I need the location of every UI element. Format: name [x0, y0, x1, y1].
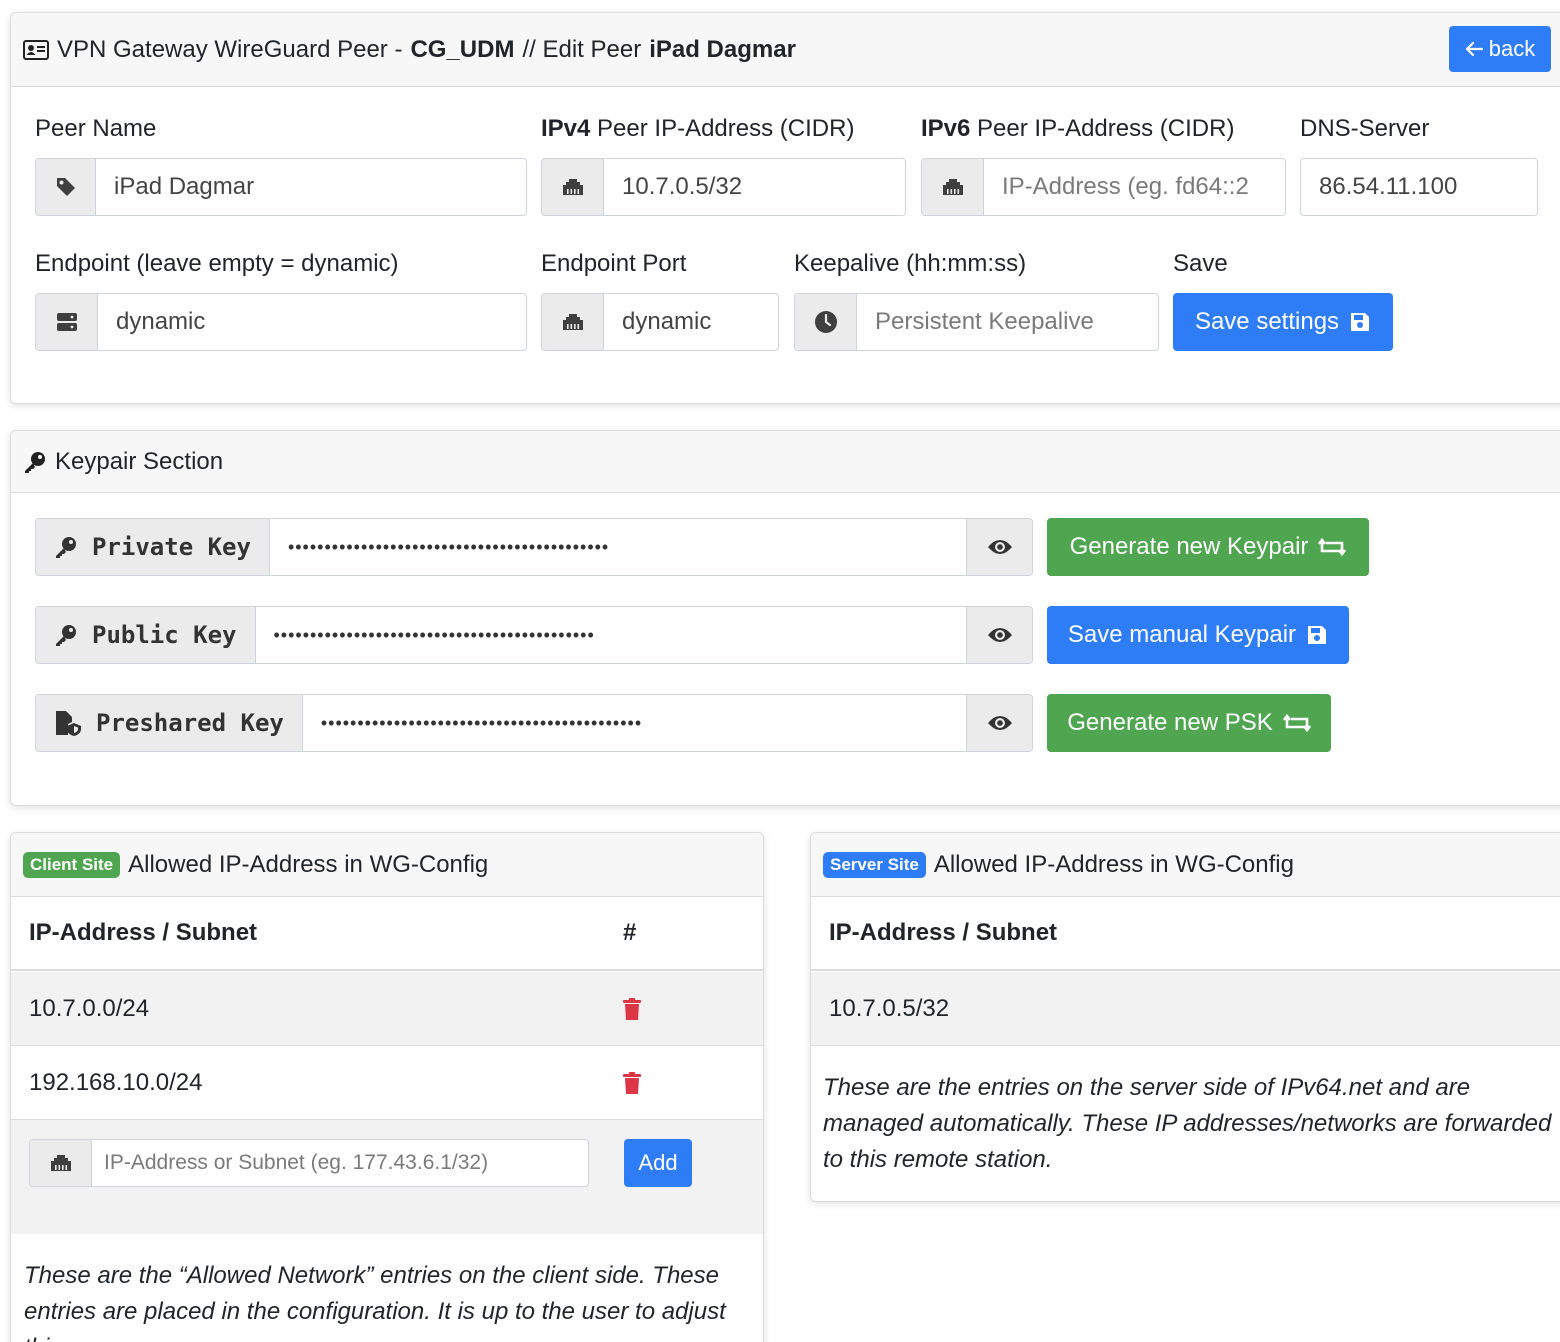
public-key-input[interactable]: ••••••••••••••••••••••••••••••••••••••••…	[256, 607, 967, 663]
save-settings-label: Save settings	[1194, 308, 1340, 335]
public-key-input-group: Public Key •••••••••••••••••••••••••••••…	[35, 606, 1033, 664]
ipv4-label: IPv4 Peer IP-Address (CIDR)	[541, 115, 855, 142]
table-row: 192.168.10.0/24	[11, 1046, 763, 1120]
peer-name-input-group: iPad Dagmar	[35, 158, 527, 216]
title-middle: // Edit Peer	[522, 35, 642, 63]
private-key-input[interactable]: ••••••••••••••••••••••••••••••••••••••••…	[270, 519, 966, 575]
gateway-name: CG_UDM	[410, 35, 515, 63]
trash-icon[interactable]	[623, 997, 641, 1020]
ipv4-input-group: 10.7.0.5/32	[541, 158, 906, 216]
add-ip-row: IP-Address or Subnet (eg. 177.43.6.1/32)…	[11, 1120, 763, 1234]
server-table-header: IP-Address / Subnet	[811, 897, 1560, 971]
save-manual-keypair-button[interactable]: Save manual Keypair	[1047, 606, 1349, 664]
eye-icon	[987, 714, 1013, 732]
key-icon	[54, 623, 78, 647]
toggle-public-key-visibility[interactable]	[966, 607, 1032, 663]
endpoint-port-label: Endpoint Port	[541, 250, 687, 277]
endpoint-port-input[interactable]: dynamic	[604, 294, 778, 350]
clock-icon	[795, 294, 857, 350]
tag-icon	[36, 159, 96, 215]
server-site-header: Server Site Allowed IP-Address in WG-Con…	[811, 833, 1560, 897]
table-row: 10.7.0.0/24	[11, 972, 763, 1046]
server-site-title: Allowed IP-Address in WG-Config	[933, 850, 1294, 878]
dns-server-input[interactable]: 86.54.11.100	[1301, 159, 1537, 215]
ethernet-icon	[542, 159, 604, 215]
col-ip-subnet: IP-Address / Subnet	[829, 919, 1058, 946]
server-site-badge: Server Site	[823, 851, 926, 878]
page-title: VPN Gateway WireGuard Peer - CG_UDM // E…	[23, 36, 796, 64]
generate-psk-button[interactable]: Generate new PSK	[1047, 694, 1331, 752]
peer-name-label: Peer Name	[35, 115, 157, 142]
toggle-preshared-key-visibility[interactable]	[966, 695, 1032, 751]
ethernet-icon	[30, 1140, 92, 1186]
refresh-icon	[1318, 537, 1347, 557]
endpoint-label: Endpoint (leave empty = dynamic)	[35, 250, 399, 277]
server-site-card: Server Site Allowed IP-Address in WG-Con…	[810, 832, 1560, 1202]
public-key-label: Public Key	[36, 607, 256, 663]
id-card-icon	[23, 39, 49, 60]
back-label: back	[1488, 36, 1536, 61]
preshared-key-label: Preshared Key	[36, 695, 303, 751]
add-ip-input-group: IP-Address or Subnet (eg. 177.43.6.1/32)	[29, 1139, 589, 1187]
peer-title-name: iPad Dagmar	[649, 35, 796, 63]
ethernet-icon	[922, 159, 984, 215]
keypair-card-header: Keypair Section	[11, 431, 1560, 493]
add-ip-input[interactable]: IP-Address or Subnet (eg. 177.43.6.1/32)	[92, 1140, 588, 1186]
client-site-card: Client Site Allowed IP-Address in WG-Con…	[10, 832, 764, 1342]
client-site-header: Client Site Allowed IP-Address in WG-Con…	[11, 833, 763, 897]
col-ip-subnet: IP-Address / Subnet	[29, 919, 258, 946]
peer-card-header: VPN Gateway WireGuard Peer - CG_UDM // E…	[11, 13, 1560, 87]
preshared-key-input-group: Preshared Key ••••••••••••••••••••••••••…	[35, 694, 1033, 752]
arrow-left-icon	[1465, 41, 1483, 57]
eye-icon	[987, 626, 1013, 644]
key-icon	[23, 450, 47, 474]
ip-subnet-cell: 10.7.0.5/32	[829, 994, 950, 1022]
ip-subnet-cell: 10.7.0.0/24	[29, 994, 150, 1022]
save-label: Save	[1173, 250, 1228, 277]
keypair-card: Keypair Section Private Key ••••••••••••…	[10, 430, 1560, 806]
peer-settings-card: VPN Gateway WireGuard Peer - CG_UDM // E…	[10, 12, 1560, 404]
private-key-input-group: Private Key ••••••••••••••••••••••••••••…	[35, 518, 1033, 576]
server-icon	[36, 294, 98, 350]
ipv6-label: IPv6 Peer IP-Address (CIDR)	[921, 115, 1235, 142]
title-prefix: VPN Gateway WireGuard Peer -	[57, 35, 403, 63]
ethernet-icon	[542, 294, 604, 350]
ipv6-input-group: IP-Address (eg. fd64::2	[921, 158, 1286, 216]
back-button[interactable]: back	[1449, 26, 1551, 72]
endpoint-port-input-group: dynamic	[541, 293, 779, 351]
col-action: #	[623, 919, 637, 946]
client-site-note: These are the “Allowed Network” entries …	[24, 1262, 726, 1342]
keepalive-input-group: Persistent Keepalive	[794, 293, 1159, 351]
client-table-header: IP-Address / Subnet #	[11, 897, 763, 971]
ip-subnet-cell: 192.168.10.0/24	[29, 1068, 203, 1096]
server-site-note: These are the entries on the server side…	[823, 1074, 1552, 1173]
ipv4-input[interactable]: 10.7.0.5/32	[604, 159, 905, 215]
eye-icon	[987, 538, 1013, 556]
floppy-disk-icon	[1349, 311, 1371, 333]
endpoint-input-group: dynamic	[35, 293, 527, 351]
dns-server-input-group: 86.54.11.100	[1300, 158, 1538, 216]
keypair-section-title: Keypair Section	[23, 448, 223, 476]
preshared-key-input[interactable]: ••••••••••••••••••••••••••••••••••••••••…	[303, 695, 966, 751]
trash-icon[interactable]	[623, 1071, 641, 1094]
toggle-private-key-visibility[interactable]	[966, 519, 1032, 575]
private-key-label: Private Key	[36, 519, 270, 575]
dns-server-label: DNS-Server	[1300, 115, 1430, 142]
key-icon	[54, 535, 78, 559]
client-site-title: Allowed IP-Address in WG-Config	[128, 850, 489, 878]
save-settings-button[interactable]: Save settings	[1173, 293, 1393, 351]
keepalive-input[interactable]: Persistent Keepalive	[857, 294, 1158, 350]
generate-keypair-button[interactable]: Generate new Keypair	[1047, 518, 1369, 576]
client-site-badge: Client Site	[23, 851, 121, 878]
floppy-disk-icon	[1306, 624, 1328, 646]
refresh-icon	[1282, 713, 1311, 733]
ipv6-input[interactable]: IP-Address (eg. fd64::2	[984, 159, 1285, 215]
table-row: 10.7.0.5/32	[811, 972, 1560, 1046]
peer-name-input[interactable]: iPad Dagmar	[96, 159, 526, 215]
endpoint-input[interactable]: dynamic	[98, 294, 526, 350]
keepalive-label: Keepalive (hh:mm:ss)	[794, 250, 1027, 277]
add-button[interactable]: Add	[624, 1139, 692, 1187]
file-shield-icon	[54, 710, 82, 736]
